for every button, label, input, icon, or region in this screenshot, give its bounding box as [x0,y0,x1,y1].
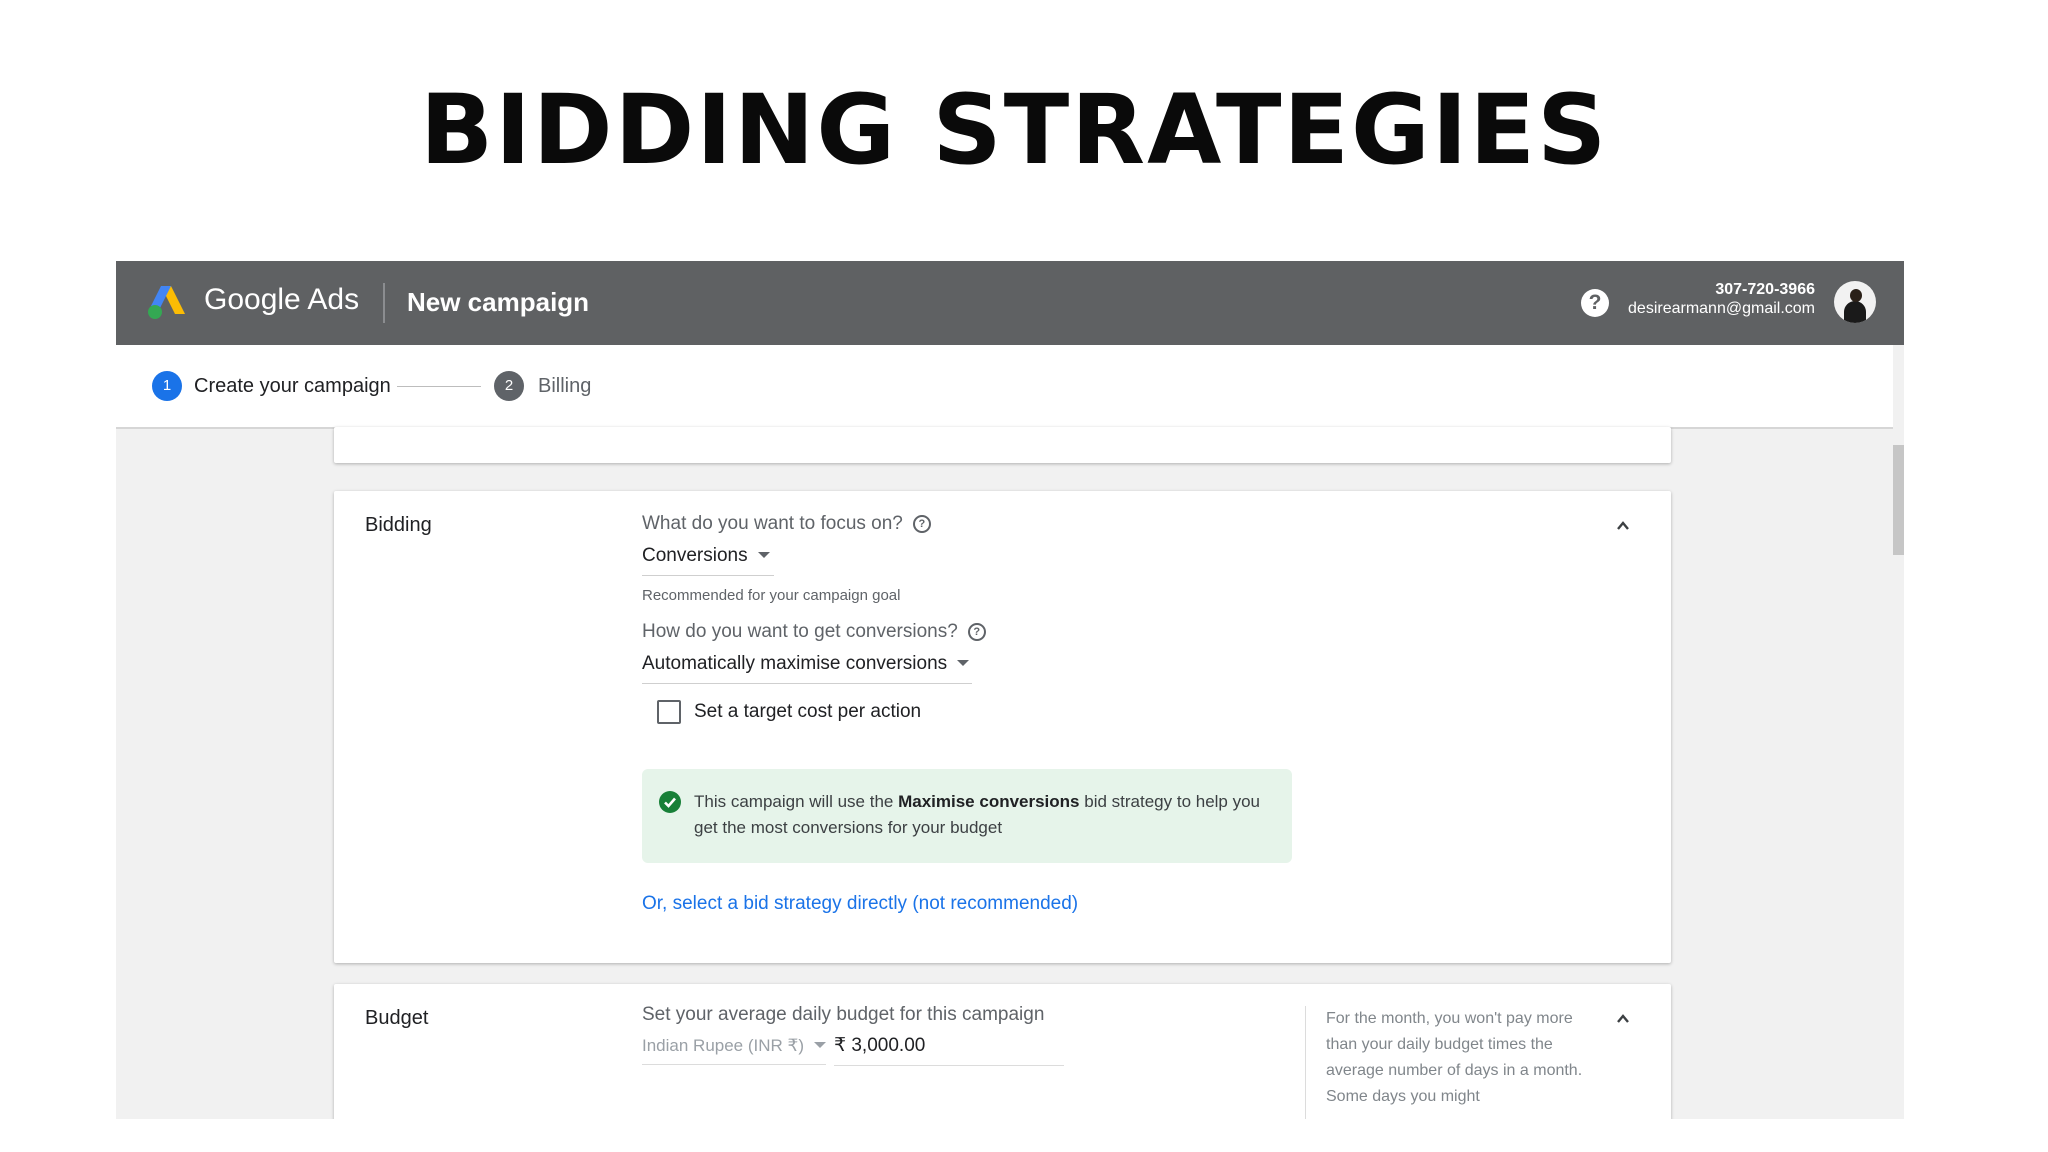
step-2-indicator: 2 [494,371,524,401]
currency-dropdown[interactable]: Indian Rupee (INR ₹) [642,1036,826,1065]
brand-name[interactable]: Google Ads [204,283,359,317]
slide-title: BIDDING STRATEGIES [420,74,1609,186]
step-1-label[interactable]: Create your campaign [194,375,391,398]
dropdown-arrow-icon [957,660,970,666]
account-id: 307-720-3966 [1715,281,1815,298]
budget-section-label: Budget [365,1007,429,1029]
campaign-stepper: 1 Create your campaign 2 Billing [116,345,1893,429]
focus-hint: Recommended for your campaign goal [642,587,901,604]
avatar-head [1850,289,1862,302]
strategy-notice-text: This campaign will use the Maximise conv… [694,789,1274,841]
help-icon[interactable]: ? [1581,289,1609,317]
collapse-chevron-icon[interactable] [1616,519,1630,533]
collapse-chevron-icon[interactable] [1616,1012,1630,1026]
daily-budget-input[interactable]: ₹ 3,000.00 [834,1034,1064,1066]
account-info[interactable]: 307-720-3966 desirearmann@gmail.com [1628,280,1815,318]
target-cpa-label[interactable]: Set a target cost per action [694,701,921,723]
conversions-question-text: How do you want to get conversions? [642,621,958,642]
avatar-body [1844,301,1866,323]
notice-strategy-name: Maximise conversions [898,792,1080,811]
google-ads-screenshot: Google Ads New campaign ? 307-720-3966 d… [116,261,1904,1119]
focus-dropdown[interactable]: Conversions [642,545,774,576]
top-app-bar: Google Ads New campaign ? 307-720-3966 d… [116,261,1904,345]
budget-section: Budget Set your average daily budget for… [334,984,1671,1119]
conversions-question: How do you want to get conversions?? [642,621,986,643]
strategy-notice: This campaign will use the Maximise conv… [642,769,1292,863]
previous-section-card [334,427,1671,463]
account-email: desirearmann@gmail.com [1628,300,1815,317]
step-connector [397,386,481,387]
help-circle-icon[interactable]: ? [912,515,931,533]
header-divider [383,283,385,323]
focus-dropdown-value: Conversions [642,545,748,566]
bidding-section: Bidding What do you want to focus on?? C… [334,491,1671,963]
google-ads-logo-icon [148,286,185,319]
conversions-dropdown[interactable]: Automatically maximise conversions [642,653,972,684]
check-circle-icon [659,791,681,813]
focus-question: What do you want to focus on?? [642,513,931,535]
step-1-indicator: 1 [152,371,182,401]
currency-value: Indian Rupee (INR ₹) [642,1036,804,1055]
focus-question-text: What do you want to focus on? [642,513,903,534]
help-circle-icon[interactable]: ? [967,623,986,641]
step-2-label[interactable]: Billing [538,375,591,398]
dropdown-arrow-icon [814,1042,826,1048]
budget-side-note: For the month, you won't pay more than y… [1326,1010,1583,1105]
budget-question: Set your average daily budget for this c… [642,1004,1045,1025]
notice-prefix: This campaign will use the [694,792,899,811]
scrollbar-thumb[interactable] [1893,445,1904,555]
page-title: New campaign [407,287,590,317]
budget-divider [1305,1006,1306,1119]
dropdown-arrow-icon [757,552,770,558]
target-cpa-checkbox[interactable] [657,700,681,724]
conversions-dropdown-value: Automatically maximise conversions [642,653,948,674]
select-bid-strategy-link[interactable]: Or, select a bid strategy directly (not … [642,893,1078,915]
bidding-section-label: Bidding [365,514,432,536]
avatar[interactable] [1834,281,1876,323]
